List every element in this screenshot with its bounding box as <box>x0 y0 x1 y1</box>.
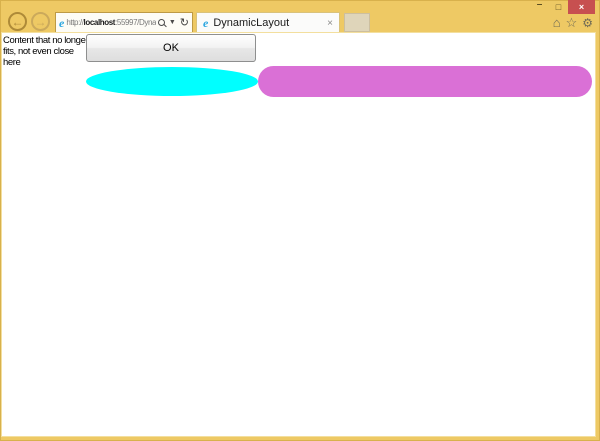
ok-button-label: OK <box>163 42 179 54</box>
browser-window: – □ × ← → e http://localhost:55997/Dyna … <box>0 0 600 441</box>
back-button[interactable]: ← <box>8 12 27 31</box>
forward-arrow-icon: → <box>34 14 47 29</box>
url-text: http://localhost:55997/Dyna <box>66 18 156 27</box>
back-arrow-icon: ← <box>11 14 24 29</box>
ie-logo-icon: e <box>59 15 65 30</box>
maximize-icon: □ <box>555 1 562 12</box>
minimize-icon: – <box>536 0 543 10</box>
page-text-line: here <box>3 57 21 68</box>
page-text: Content that no longer fits, not even cl… <box>3 35 91 68</box>
page-text-line: Content that no longer <box>3 35 89 46</box>
address-dropdown-caret-icon[interactable]: ▼ <box>169 19 176 26</box>
home-icon[interactable]: ⌂ <box>553 16 561 29</box>
minimize-button[interactable]: – <box>530 0 549 14</box>
search-icon[interactable] <box>157 19 165 26</box>
ok-button[interactable]: OK <box>86 34 256 62</box>
refresh-icon[interactable]: ↻ <box>180 16 189 29</box>
close-button[interactable]: × <box>568 0 595 14</box>
browser-toolbar: ⌂ ☆ ⚙ <box>553 16 593 29</box>
url-scheme: http:// <box>66 18 84 27</box>
orchid-rounded-rect-shape <box>258 66 592 97</box>
close-icon: × <box>578 1 585 12</box>
tab-close-icon[interactable]: × <box>327 18 333 29</box>
window-controls: – □ × <box>530 0 595 14</box>
new-tab-button[interactable] <box>344 13 370 32</box>
forward-button[interactable]: → <box>31 12 50 31</box>
favorites-star-icon[interactable]: ☆ <box>566 16 578 29</box>
maximize-button[interactable]: □ <box>549 0 568 14</box>
page-content: Content that no longer fits, not even cl… <box>2 33 595 436</box>
tab-favicon-icon: e <box>203 16 209 30</box>
cyan-ellipse-shape <box>86 67 258 96</box>
page-text-line: fits, not even close <box>3 46 74 57</box>
address-bar[interactable]: e http://localhost:55997/Dyna ▼ ↻ <box>55 12 193 33</box>
url-rest: :55997/Dyna <box>115 18 156 27</box>
settings-gear-icon[interactable]: ⚙ <box>582 17 593 29</box>
url-host: localhost <box>83 18 116 27</box>
tab-title: DynamicLayout <box>213 17 290 29</box>
tab-dynamiclayout[interactable]: e DynamicLayout × <box>196 12 340 33</box>
